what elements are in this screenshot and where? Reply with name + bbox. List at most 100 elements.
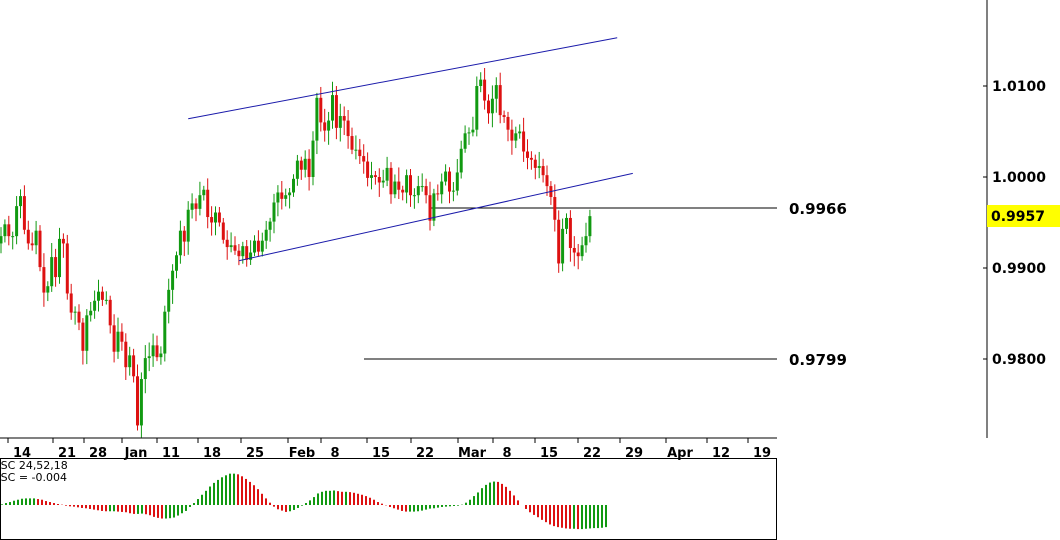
candle xyxy=(147,342,151,372)
candle xyxy=(268,217,272,242)
candle-body xyxy=(260,240,264,252)
candle-body xyxy=(463,133,467,149)
candle xyxy=(533,154,537,180)
candle-body xyxy=(401,189,405,193)
candle xyxy=(315,92,319,155)
candle-body xyxy=(214,212,217,223)
candle xyxy=(128,346,132,376)
candle xyxy=(518,124,522,139)
candle-body xyxy=(381,180,385,183)
candle-body xyxy=(61,238,65,244)
candle-body xyxy=(370,175,373,178)
candle-body xyxy=(354,149,358,151)
candle-body xyxy=(405,175,409,193)
candle xyxy=(451,182,455,202)
oscillator-value: OSC = -0.004 xyxy=(0,471,67,484)
candle xyxy=(397,167,401,199)
candle xyxy=(409,168,412,207)
candle xyxy=(280,181,284,210)
candle-body xyxy=(77,311,81,323)
candle xyxy=(299,156,303,180)
candle xyxy=(436,184,440,201)
candle-body xyxy=(537,166,541,168)
candle-body xyxy=(97,291,100,301)
candle xyxy=(549,181,553,205)
candle xyxy=(331,81,334,129)
candle xyxy=(19,189,22,219)
candle-body xyxy=(81,322,85,351)
candle-body xyxy=(584,236,588,246)
candle-body xyxy=(393,181,397,195)
candle xyxy=(444,164,448,186)
candle-body xyxy=(22,196,26,230)
candle xyxy=(565,213,568,235)
oscillator-panel: OSC 24,52,18 OSC = -0.004 xyxy=(0,458,777,540)
candle-body xyxy=(116,331,120,352)
candle-body xyxy=(487,100,490,114)
candle xyxy=(327,111,331,145)
candle-body xyxy=(206,189,210,218)
candle-body xyxy=(175,255,178,271)
candle-body xyxy=(151,345,155,357)
candle-body xyxy=(455,172,459,191)
candle xyxy=(237,244,241,266)
candle-body xyxy=(498,85,502,116)
candle xyxy=(529,151,533,170)
candle xyxy=(97,279,100,312)
candle xyxy=(412,188,416,209)
y-tick-label: 1.0000 xyxy=(992,170,1046,186)
candle-body xyxy=(526,151,529,158)
candle xyxy=(393,174,397,199)
candle xyxy=(370,161,373,190)
candle-body xyxy=(475,86,479,130)
candle-body xyxy=(11,236,15,238)
candle-body xyxy=(284,195,288,199)
candle-body xyxy=(272,202,276,222)
candle xyxy=(217,207,221,227)
candle-body xyxy=(436,193,440,195)
candle-body xyxy=(409,175,412,196)
y-tick-label: 0.9800 xyxy=(992,352,1046,368)
candle xyxy=(389,162,393,204)
candle xyxy=(34,220,38,255)
candle xyxy=(190,193,194,219)
candle xyxy=(292,174,295,197)
candle-body xyxy=(198,195,202,209)
level-label: 0.9799 xyxy=(789,351,847,369)
candle-body xyxy=(42,267,46,293)
candle-body xyxy=(428,195,432,221)
candle-body xyxy=(467,132,471,134)
candle xyxy=(537,151,541,179)
candle-body xyxy=(171,270,175,290)
candle xyxy=(182,226,186,257)
candle xyxy=(354,135,358,160)
candle-body xyxy=(319,97,323,123)
candle xyxy=(588,209,592,243)
candle-body xyxy=(424,186,428,196)
candle-body xyxy=(522,131,526,152)
candle-body xyxy=(416,186,420,196)
candle xyxy=(541,158,545,183)
candle-body xyxy=(389,167,393,195)
candle-body xyxy=(451,190,455,192)
candle-body xyxy=(34,230,38,246)
channel-trendline xyxy=(188,37,618,120)
candle-body xyxy=(580,245,584,257)
candle-body xyxy=(494,85,498,99)
candle xyxy=(479,72,483,93)
candle xyxy=(272,193,276,234)
candle-body xyxy=(529,157,533,160)
candle-body xyxy=(557,219,561,264)
candle-body xyxy=(420,186,424,188)
candle xyxy=(377,168,381,197)
candle xyxy=(420,173,424,192)
candle-body xyxy=(568,217,572,248)
candle-body xyxy=(264,229,268,241)
candle xyxy=(93,290,97,319)
candle-body xyxy=(350,136,354,150)
candle-body xyxy=(112,325,116,352)
candle-body xyxy=(186,209,190,242)
candle xyxy=(256,230,260,257)
candle xyxy=(432,188,436,227)
candle xyxy=(576,243,580,270)
